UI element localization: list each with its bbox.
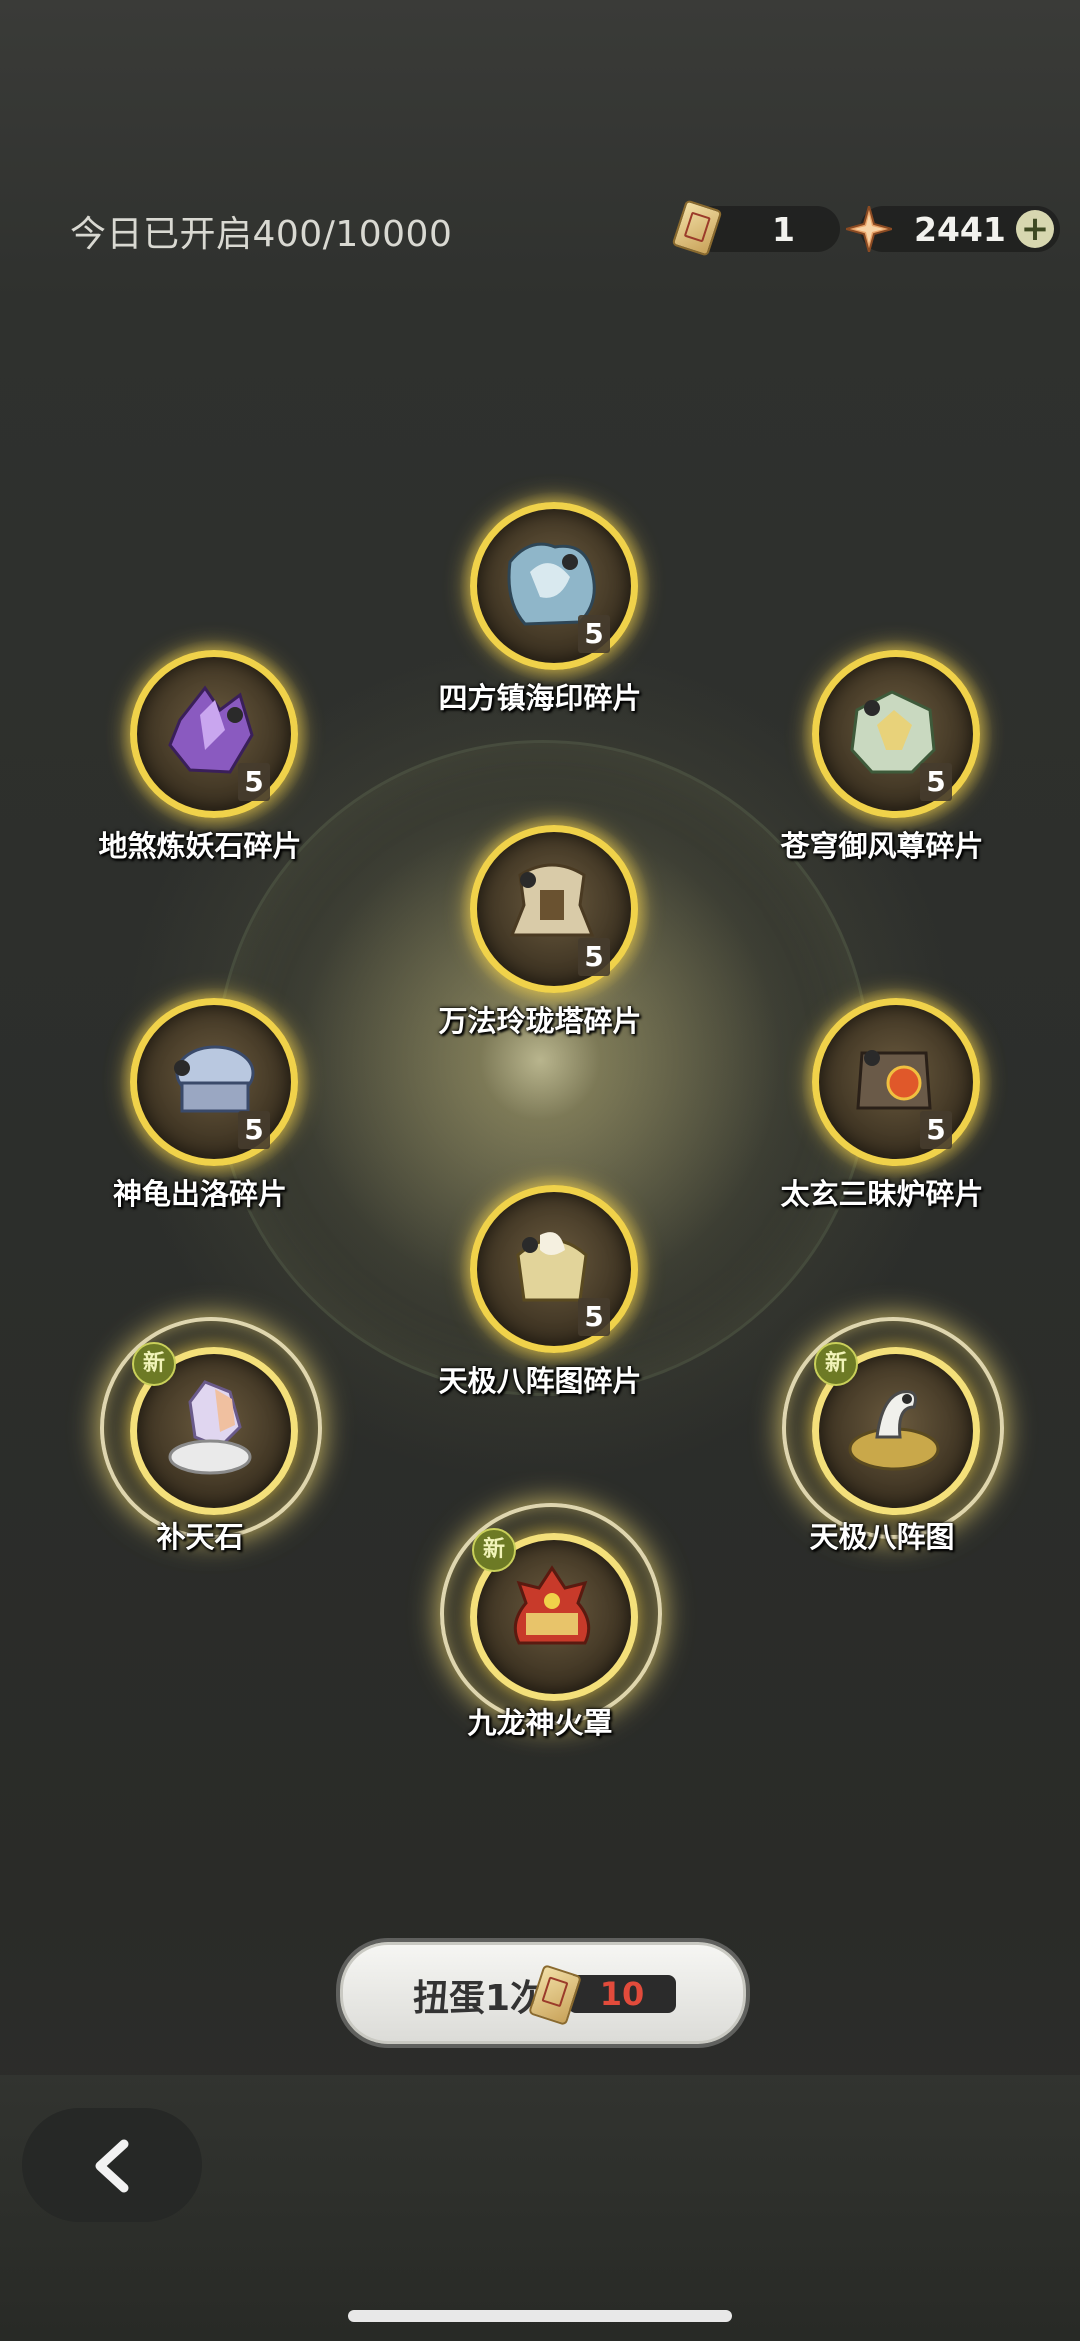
item-label: 神龟出洛碎片 [112, 1177, 287, 1211]
new-badge: 新 [814, 1342, 858, 1386]
star-balance: 2441 + [846, 206, 1060, 252]
item-count: 5 [578, 938, 610, 976]
formation-chart-icon [848, 1390, 940, 1471]
item-count: 5 [920, 1111, 952, 1149]
item-label: 四方镇海印碎片 [438, 681, 642, 715]
draw-cost: 10 [568, 1975, 676, 2013]
star-crystal-icon [846, 206, 892, 252]
reward-item-new[interactable]: 新 九龙神火罩 [430, 1503, 662, 1758]
reward-item[interactable]: 5 天极八阵图碎片 [430, 1175, 650, 1410]
reward-item[interactable]: 5 万法玲珑塔碎片 [430, 815, 650, 1050]
item-count: 5 [578, 615, 610, 653]
add-currency-button[interactable]: + [1016, 210, 1054, 248]
reward-item[interactable]: 5 地煞炼妖石碎片 [90, 640, 310, 875]
reward-item[interactable]: 5 太玄三昧炉碎片 [772, 988, 992, 1223]
item-label: 天极八阵图碎片 [438, 1364, 642, 1398]
item-count: 5 [578, 1298, 610, 1336]
back-button[interactable] [22, 2108, 202, 2222]
reward-item[interactable]: 5 苍穹御风尊碎片 [772, 640, 992, 875]
chevron-left-icon [95, 2139, 129, 2193]
reward-item-new[interactable]: 新 补天石 [90, 1317, 322, 1572]
ticket-count: 1 [772, 209, 795, 249]
ticket-balance: 1 [671, 199, 840, 257]
new-badge: 新 [132, 1342, 176, 1386]
draw-once-button[interactable]: 扭蛋1次 10 [340, 1942, 746, 2044]
reward-item-new[interactable]: 新 天极八阵图 [772, 1317, 1004, 1572]
item-label: 苍穹御风尊碎片 [780, 829, 984, 863]
item-label: 补天石 [156, 1520, 244, 1554]
draw-label: 扭蛋1次 [413, 1978, 547, 2019]
sky-mending-stone-icon [168, 1380, 252, 1475]
item-count: 5 [238, 1111, 270, 1149]
today-opened-counter: 今日已开启400/10000 [70, 214, 453, 255]
item-label: 天极八阵图 [809, 1520, 955, 1554]
new-badge: 新 [472, 1528, 516, 1572]
item-label: 万法玲珑塔碎片 [438, 1004, 642, 1038]
home-indicator [348, 2310, 732, 2322]
item-count: 5 [920, 763, 952, 801]
item-count: 5 [238, 763, 270, 801]
reward-item[interactable]: 5 四方镇海印碎片 [430, 492, 650, 727]
item-label: 九龙神火罩 [467, 1706, 613, 1740]
reward-item[interactable]: 5 神龟出洛碎片 [90, 988, 310, 1223]
item-label: 地煞炼妖石碎片 [98, 829, 302, 863]
dragon-fire-cover-icon [513, 1565, 591, 1645]
item-label: 太玄三昧炉碎片 [780, 1177, 984, 1211]
star-count: 2441 [914, 209, 1006, 249]
